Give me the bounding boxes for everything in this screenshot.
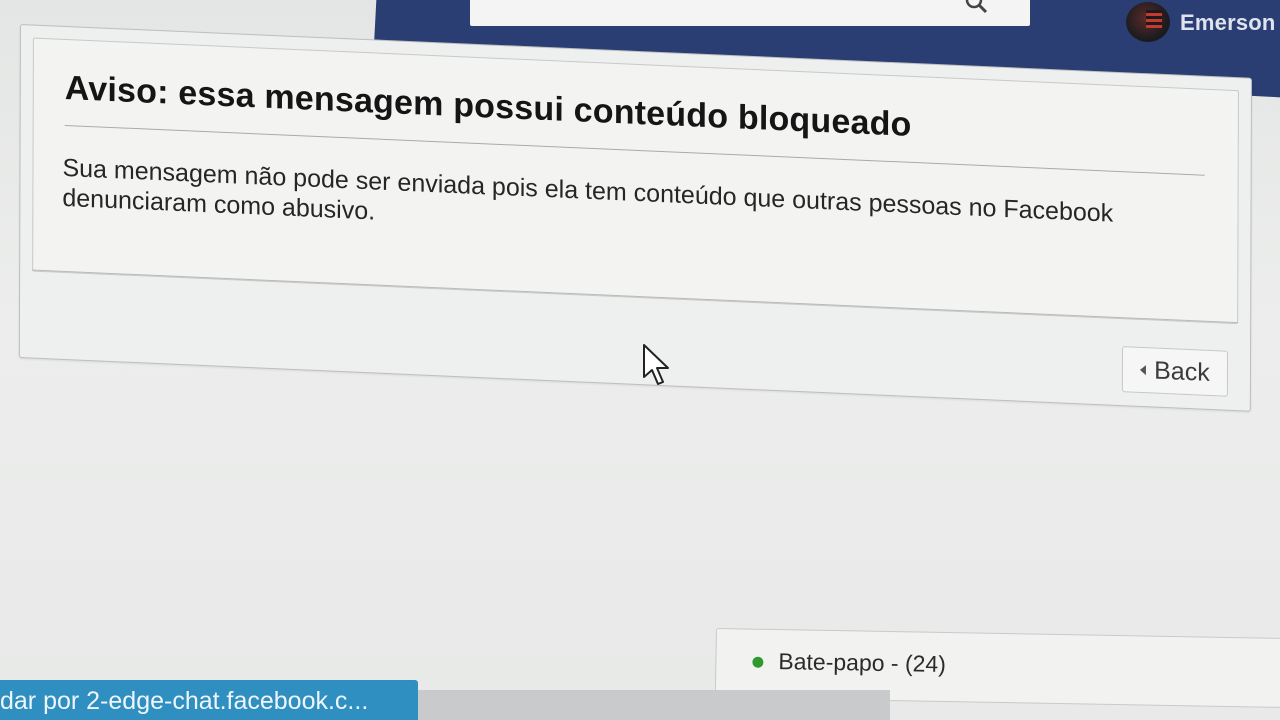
status-track	[410, 690, 890, 720]
back-button[interactable]: Back	[1121, 346, 1229, 397]
cursor-icon	[642, 343, 672, 387]
back-button-label: Back	[1154, 356, 1210, 387]
chat-dot-icon	[752, 656, 764, 668]
status-text: dar por 2-edge-chat.facebook.c...	[0, 687, 369, 715]
browser-status-bar: dar por 2-edge-chat.facebook.c...	[0, 680, 418, 720]
search-icon[interactable]	[965, 0, 989, 14]
dialog-frame: Aviso: essa mensagem possui conteúdo blo…	[18, 24, 1252, 412]
avatar[interactable]	[1126, 2, 1170, 42]
back-caret-icon	[1140, 364, 1147, 376]
page: Emerson Aviso: essa mensagem possui cont…	[0, 0, 1280, 720]
search-input[interactable]	[470, 0, 1030, 26]
profile-name-link[interactable]: Emerson	[1180, 10, 1276, 36]
blocked-content-dialog: Aviso: essa mensagem possui conteúdo blo…	[18, 24, 1256, 458]
chat-label: Bate-papo - (24)	[778, 648, 947, 678]
